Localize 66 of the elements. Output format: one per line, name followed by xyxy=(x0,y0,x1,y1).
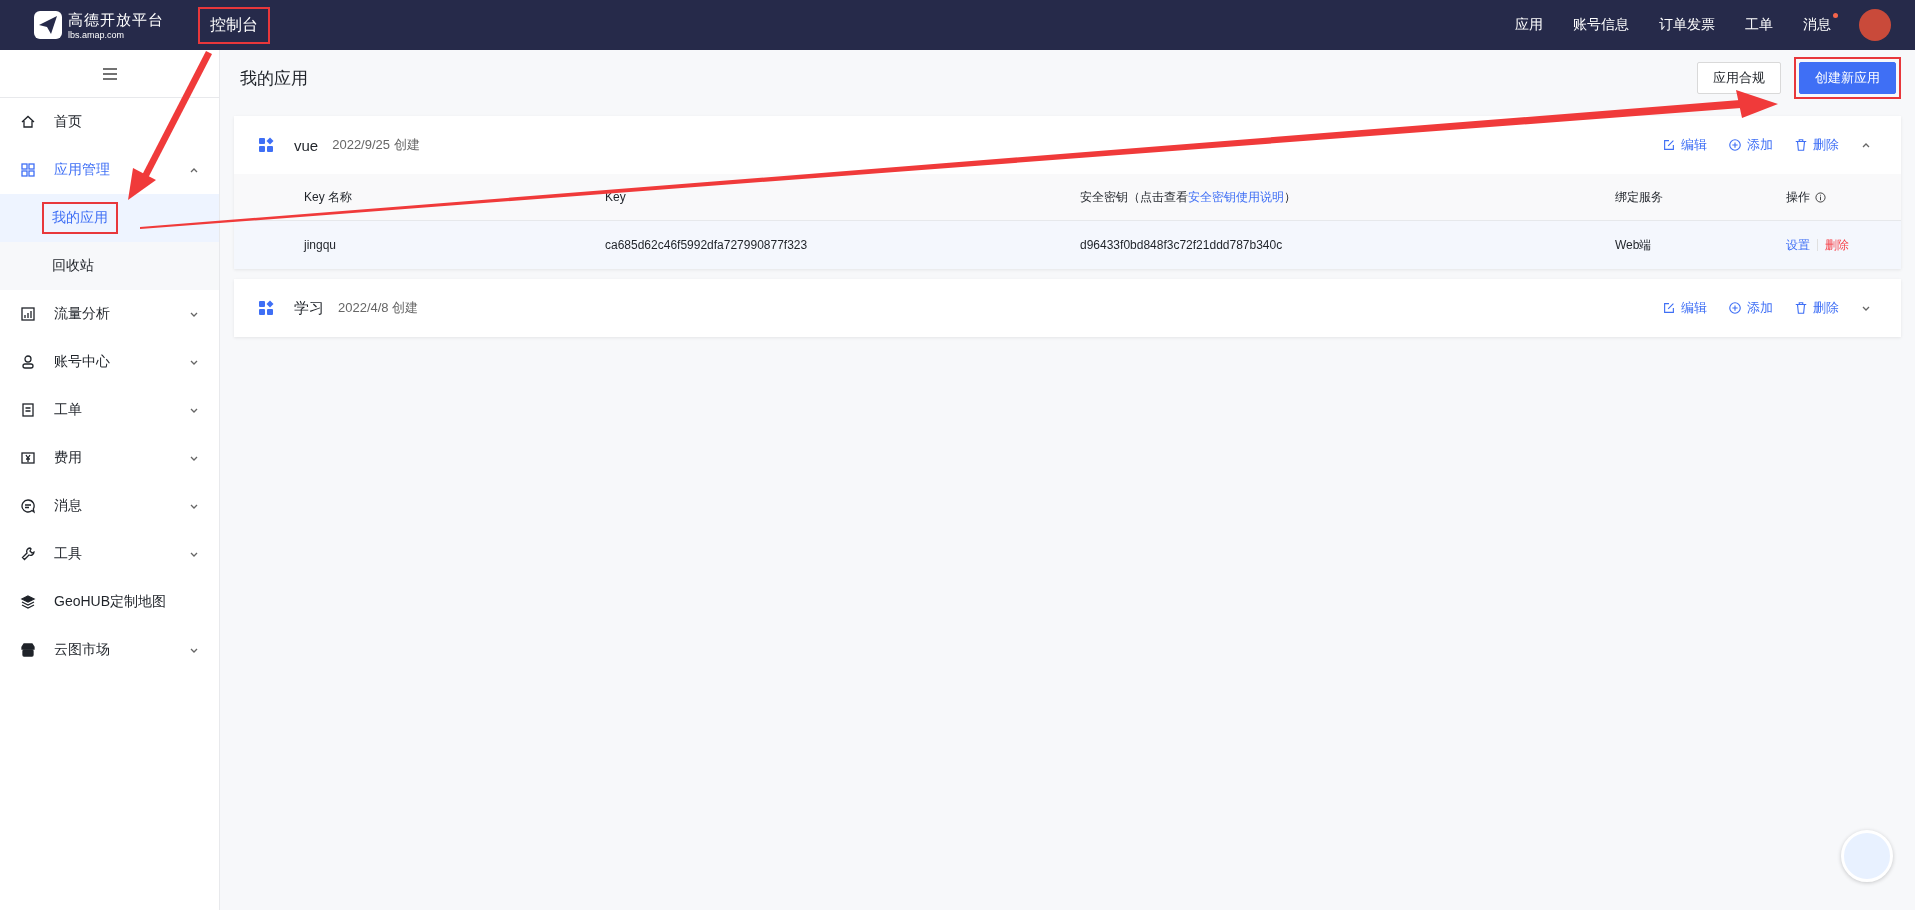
sidebar-item[interactable]: 消息 xyxy=(0,482,219,530)
column-header: 安全密钥（点击查看安全密钥使用说明） xyxy=(1080,188,1297,206)
nav-link[interactable]: 消息 xyxy=(1803,16,1831,34)
sidebar-item[interactable]: 首页 xyxy=(0,98,219,146)
apps-icon xyxy=(258,300,274,316)
sidebar-subitem[interactable]: 我的应用 xyxy=(0,194,219,242)
chart-icon xyxy=(20,306,36,322)
logo-icon xyxy=(34,11,62,39)
trash-icon xyxy=(1794,138,1808,152)
compliance-button[interactable]: 应用合规 xyxy=(1697,62,1781,94)
avatar[interactable] xyxy=(1859,9,1891,41)
nav-link[interactable]: 账号信息 xyxy=(1573,16,1629,34)
sidebar-item[interactable]: 工单 xyxy=(0,386,219,434)
apps-icon xyxy=(258,137,274,153)
logo-title: 高德开放平台 xyxy=(68,10,164,30)
card-action-link[interactable]: 删除 xyxy=(1794,299,1839,317)
app-name: 学习 xyxy=(294,298,324,318)
sidebar-item[interactable]: 账号中心 xyxy=(0,338,219,386)
delete-link[interactable]: 删除 xyxy=(1825,236,1849,254)
home-icon xyxy=(20,114,36,130)
page-title: 我的应用 xyxy=(240,67,309,90)
nav-link[interactable]: 订单发票 xyxy=(1659,16,1715,34)
table-cell-text: d96433f0bd848f3c72f21ddd787b340c xyxy=(1080,238,1284,252)
created-date: 2022/9/25 创建 xyxy=(332,136,421,154)
table-cell-text: jingqu xyxy=(304,238,338,252)
sidebar-subitem[interactable]: 回收站 xyxy=(0,242,219,290)
nav-link[interactable]: 应用 xyxy=(1515,16,1543,34)
table-cell-text: ca685d62c46f5992dfa727990877f323 xyxy=(605,238,809,252)
nav-link[interactable]: 工单 xyxy=(1745,16,1773,34)
wrench-icon xyxy=(20,546,36,562)
edit-icon xyxy=(1662,138,1676,152)
trash-icon xyxy=(1794,301,1808,315)
menu-icon xyxy=(102,67,117,80)
table-cell-text: Web端 xyxy=(1615,236,1653,254)
card-action-link[interactable]: 添加 xyxy=(1728,136,1773,154)
sidebar-item[interactable]: 费用 xyxy=(0,434,219,482)
card-action-link[interactable]: 删除 xyxy=(1794,136,1839,154)
create-button[interactable]: 创建新应用 xyxy=(1799,62,1896,94)
sidebar-item[interactable]: 应用管理 xyxy=(0,146,219,194)
store-icon xyxy=(20,642,36,658)
card-action-link[interactable]: 添加 xyxy=(1728,299,1773,317)
chat-icon xyxy=(20,498,36,514)
sidebar-item[interactable]: GeoHUB定制地图 xyxy=(0,578,219,626)
sidebar-item[interactable]: 云图市场 xyxy=(0,626,219,674)
card-action-link[interactable]: 编辑 xyxy=(1662,136,1707,154)
logo-subtitle: lbs.amap.com xyxy=(68,29,126,40)
user-icon xyxy=(20,354,36,370)
help-link[interactable]: 安全密钥使用说明 xyxy=(1188,189,1284,204)
settings-link[interactable]: 设置 xyxy=(1786,236,1810,254)
card-action-link[interactable]: 编辑 xyxy=(1662,299,1707,317)
column-header: 操作 xyxy=(1786,188,1810,206)
grid-icon xyxy=(20,162,36,178)
column-header: Key 名称 xyxy=(304,188,353,206)
plus-circle-icon xyxy=(1728,138,1742,152)
layers-icon xyxy=(20,594,36,610)
console-link[interactable]: 控制台 xyxy=(198,6,270,44)
app-name: vue xyxy=(294,136,319,154)
sidebar-item[interactable]: 流量分析 xyxy=(0,290,219,338)
column-header: 绑定服务 xyxy=(1615,188,1664,206)
created-date: 2022/4/8 创建 xyxy=(338,299,420,317)
clipboard-icon xyxy=(20,402,36,418)
yen-icon xyxy=(20,450,36,466)
sidebar-item[interactable]: 工具 xyxy=(0,530,219,578)
edit-icon xyxy=(1662,301,1676,315)
plus-circle-icon xyxy=(1728,301,1742,315)
column-header: Key xyxy=(605,190,627,204)
